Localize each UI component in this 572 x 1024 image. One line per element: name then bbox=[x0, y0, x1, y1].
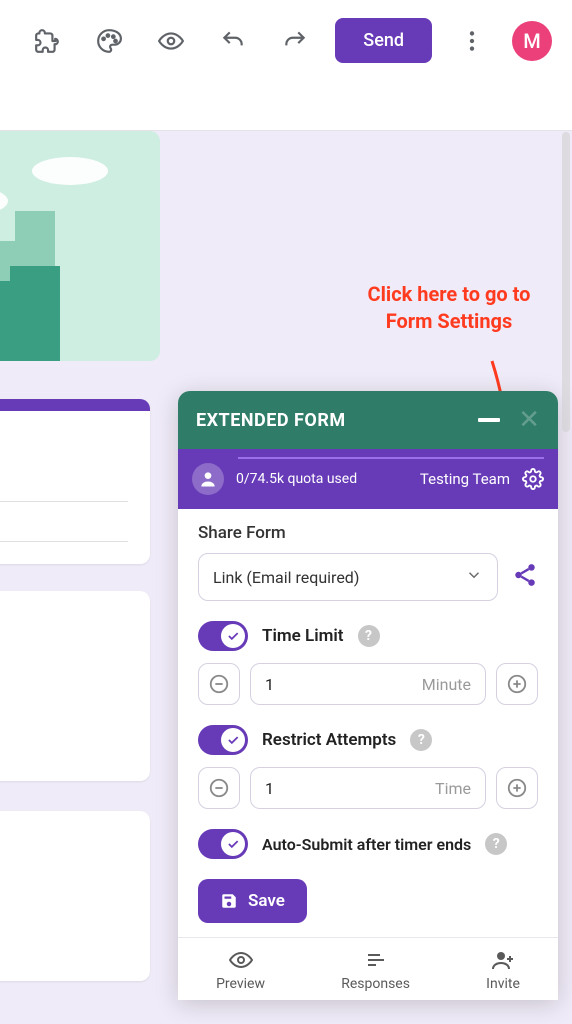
send-button[interactable]: Send bbox=[335, 18, 432, 63]
attempts-value: 1 bbox=[265, 779, 274, 798]
footer-invite[interactable]: Invite bbox=[486, 948, 520, 992]
share-form-label: Share Form bbox=[198, 523, 538, 543]
auto-submit-section: Auto-Submit after timer ends ? bbox=[198, 829, 538, 859]
share-section: Share Form Link (Email required) bbox=[198, 523, 538, 601]
top-toolbar: Send M bbox=[0, 0, 572, 81]
panel-footer: Preview Responses Invite bbox=[178, 937, 558, 1000]
chevron-down-icon bbox=[465, 566, 483, 588]
share-icon[interactable] bbox=[512, 562, 538, 592]
footer-responses[interactable]: Responses bbox=[341, 948, 410, 992]
share-mode-value: Link (Email required) bbox=[213, 568, 359, 587]
attempts-unit: Time bbox=[435, 779, 471, 798]
panel-header: EXTENDED FORM ✕ bbox=[178, 391, 558, 449]
close-button[interactable]: ✕ bbox=[518, 407, 540, 433]
palette-icon[interactable] bbox=[87, 19, 131, 63]
help-icon[interactable]: ? bbox=[410, 729, 432, 751]
scrollbar[interactable] bbox=[562, 132, 570, 432]
auto-submit-label: Auto-Submit after timer ends bbox=[262, 835, 471, 854]
attempts-decrement[interactable] bbox=[198, 767, 240, 809]
form-question-card[interactable] bbox=[0, 811, 150, 981]
time-limit-input[interactable]: 1 Minute bbox=[250, 663, 486, 705]
team-name[interactable]: Testing Team bbox=[420, 470, 510, 488]
attempts-input[interactable]: 1 Time bbox=[250, 767, 486, 809]
footer-preview-label: Preview bbox=[216, 976, 265, 992]
time-limit-increment[interactable] bbox=[496, 663, 538, 705]
help-icon[interactable]: ? bbox=[485, 833, 507, 855]
time-limit-unit: Minute bbox=[422, 675, 471, 694]
save-icon bbox=[220, 892, 238, 910]
quota-text: 0/74.5k quota used bbox=[236, 471, 408, 487]
restrict-attempts-section: Restrict Attempts ? 1 Time bbox=[198, 725, 538, 809]
header-image bbox=[0, 131, 160, 361]
minimize-button[interactable] bbox=[478, 418, 500, 422]
invite-icon bbox=[491, 948, 515, 972]
settings-gear-icon[interactable] bbox=[522, 468, 544, 490]
restrict-attempts-toggle[interactable] bbox=[198, 725, 248, 755]
form-title-card[interactable] bbox=[0, 399, 150, 564]
footer-responses-label: Responses bbox=[341, 976, 410, 992]
save-button[interactable]: Save bbox=[198, 879, 307, 923]
form-canvas: Click here to go to Form Settings EXTEND… bbox=[0, 130, 572, 1024]
user-avatar-icon[interactable] bbox=[192, 463, 224, 495]
extended-form-panel: EXTENDED FORM ✕ 0/74.5k quota used Testi… bbox=[178, 391, 558, 1000]
restrict-attempts-label: Restrict Attempts bbox=[262, 730, 396, 750]
time-limit-toggle[interactable] bbox=[198, 621, 248, 651]
panel-title: EXTENDED FORM bbox=[196, 410, 346, 431]
time-limit-label: Time Limit bbox=[262, 626, 344, 646]
auto-submit-toggle[interactable] bbox=[198, 829, 248, 859]
help-icon[interactable]: ? bbox=[358, 625, 380, 647]
more-icon[interactable] bbox=[450, 19, 494, 63]
preview-eye-icon[interactable] bbox=[149, 19, 193, 63]
account-avatar[interactable]: M bbox=[512, 21, 552, 61]
time-limit-decrement[interactable] bbox=[198, 663, 240, 705]
share-mode-select[interactable]: Link (Email required) bbox=[198, 553, 498, 601]
panel-body: Share Form Link (Email required) bbox=[178, 503, 558, 937]
attempts-increment[interactable] bbox=[496, 767, 538, 809]
redo-icon[interactable] bbox=[273, 19, 317, 63]
addons-icon[interactable] bbox=[25, 19, 69, 63]
footer-preview[interactable]: Preview bbox=[216, 948, 265, 992]
save-button-label: Save bbox=[248, 891, 285, 911]
footer-invite-label: Invite bbox=[486, 976, 520, 992]
form-question-card[interactable] bbox=[0, 591, 150, 781]
list-icon bbox=[364, 948, 388, 972]
time-limit-value: 1 bbox=[265, 675, 274, 694]
undo-icon[interactable] bbox=[211, 19, 255, 63]
eye-icon bbox=[229, 948, 253, 972]
annotation-text: Click here to go to Form Settings bbox=[354, 281, 544, 335]
panel-account-band: 0/74.5k quota used Testing Team bbox=[178, 449, 558, 509]
time-limit-section: Time Limit ? 1 Minute bbox=[198, 621, 538, 705]
